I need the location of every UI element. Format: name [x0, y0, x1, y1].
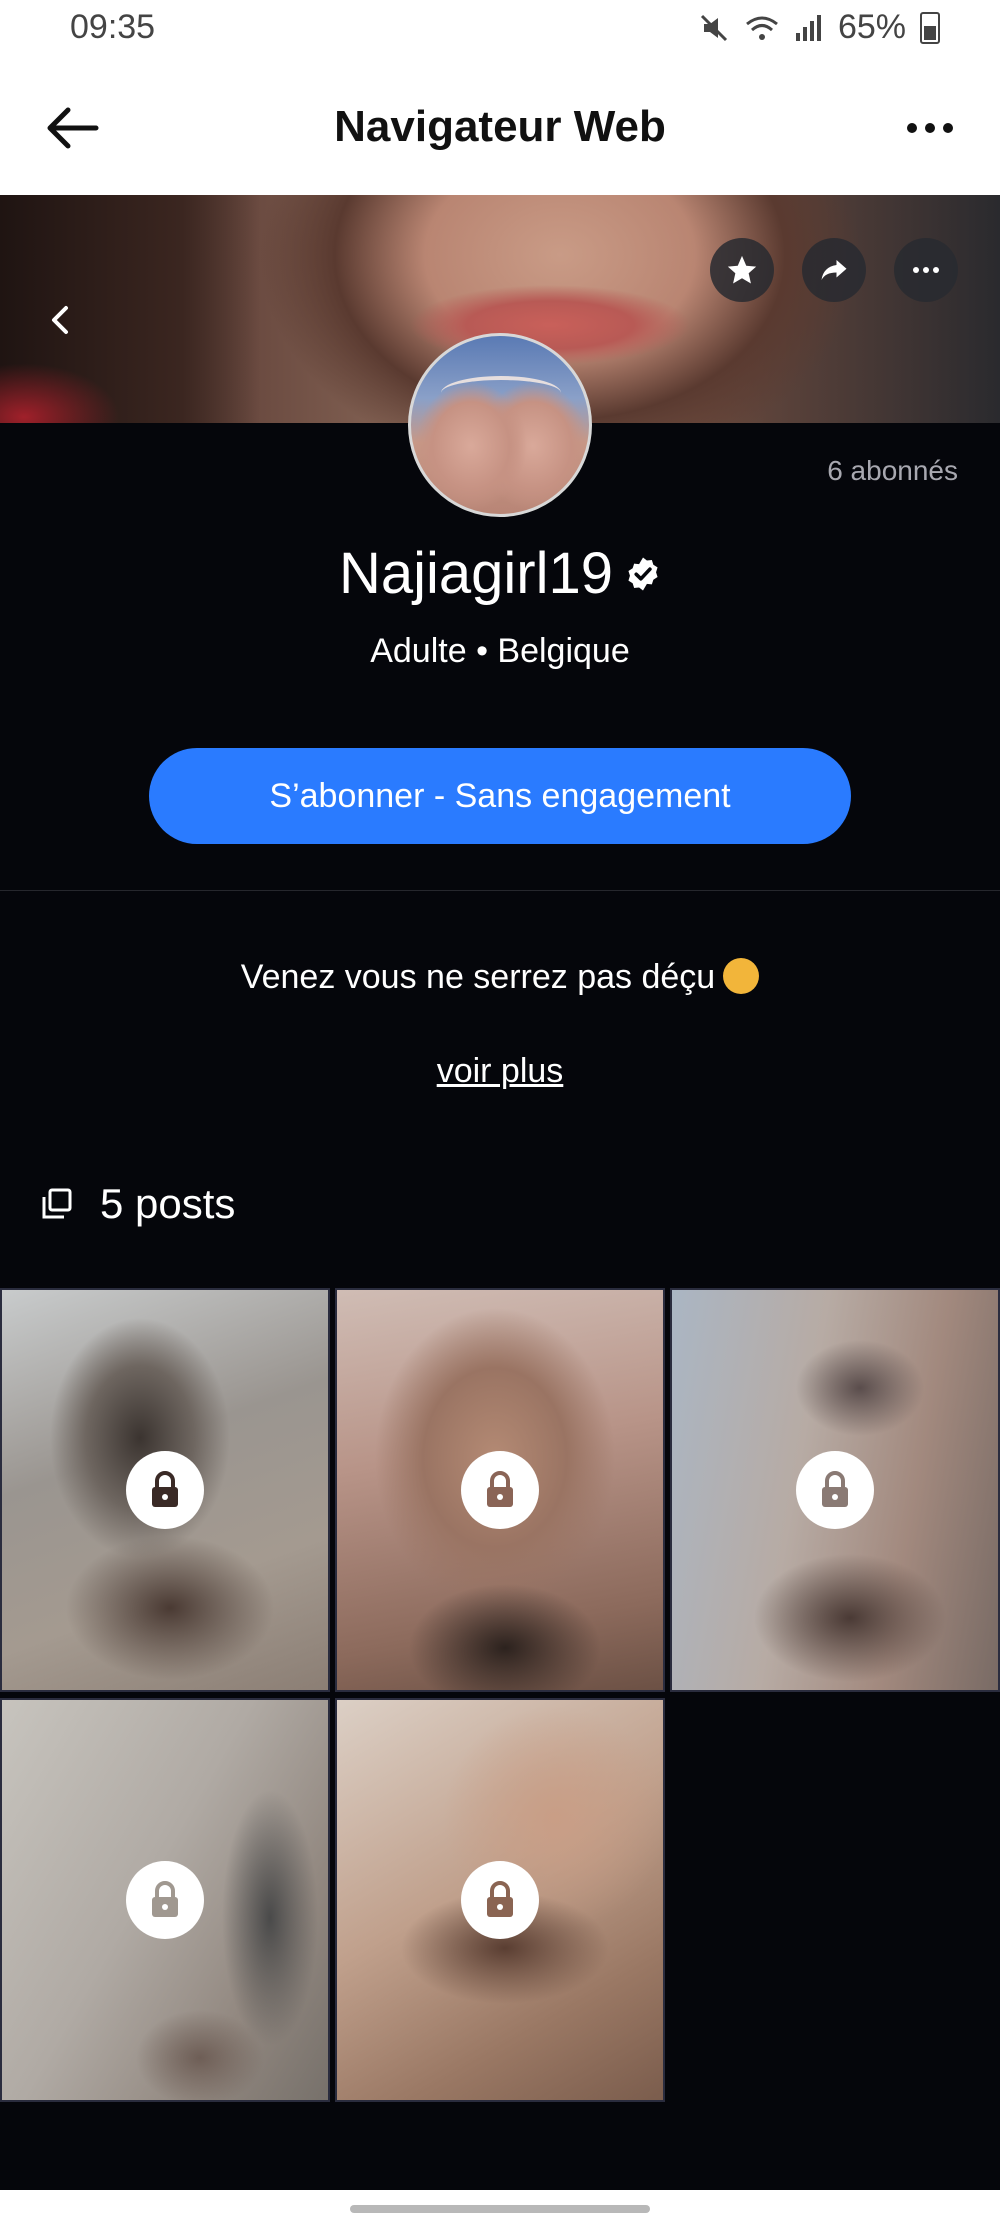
status-bar: 09:35 65%	[0, 0, 1000, 62]
profile-subtitle: Adulte • Belgique	[370, 632, 630, 670]
star-icon	[727, 255, 757, 284]
lock-icon	[152, 1881, 178, 1917]
username-row: Najiagirl19	[0, 540, 1000, 607]
more-menu-button[interactable]	[900, 102, 960, 154]
username: Najiagirl19	[338, 541, 614, 606]
post-tile[interactable]	[335, 1288, 665, 1692]
options-button[interactable]	[894, 238, 958, 302]
followers-count: 6 abonnés	[827, 455, 958, 486]
mute-icon	[700, 14, 727, 41]
share-arrow-icon	[821, 260, 847, 280]
status-icons: 65%	[698, 8, 940, 47]
lock-badge	[461, 1861, 539, 1939]
dot-icon	[943, 123, 953, 133]
post-tile[interactable]	[335, 1698, 665, 2102]
lock-icon	[487, 1471, 513, 1507]
lock-badge	[126, 1861, 204, 1939]
lock-icon	[487, 1881, 513, 1917]
browser-title: Navigateur Web	[334, 102, 666, 151]
posts-header: 5 posts	[40, 1180, 235, 1228]
profile-bio: Venez vous ne serrez pas déçu	[0, 958, 1000, 997]
dot-icon	[925, 123, 935, 133]
battery-percentage: 65%	[837, 8, 906, 46]
home-indicator[interactable]	[350, 2205, 650, 2213]
lock-badge	[461, 1451, 539, 1529]
divider	[0, 890, 1000, 891]
cover-red	[0, 363, 120, 423]
bio-text: Venez vous ne serrez pas déçu	[240, 958, 716, 996]
chevron-left-icon	[52, 306, 68, 334]
verified-badge-icon	[628, 557, 658, 590]
browser-toolbar: Navigateur Web	[0, 62, 1000, 195]
dot-icon	[907, 123, 917, 133]
avatar-detail	[441, 376, 561, 410]
post-tile[interactable]	[0, 1698, 330, 2102]
more-icon	[913, 267, 939, 273]
signal-icon	[795, 14, 821, 41]
battery-icon	[920, 11, 940, 44]
smirk-emoji-icon	[723, 958, 760, 995]
lock-icon	[822, 1471, 848, 1507]
profile-avatar[interactable]	[408, 333, 592, 517]
post-tile[interactable]	[670, 1288, 1000, 1692]
lock-badge	[126, 1451, 204, 1529]
see-more-link[interactable]: voir plus	[0, 1052, 1000, 1091]
post-tile[interactable]	[0, 1288, 330, 1692]
posts-count: 5 posts	[100, 1180, 236, 1227]
wifi-icon	[746, 16, 778, 40]
cover-back-button[interactable]	[40, 295, 80, 345]
favorite-button[interactable]	[710, 238, 774, 302]
subscribe-button[interactable]: S’abonner - Sans engagement	[149, 748, 851, 844]
lock-icon	[152, 1471, 178, 1507]
lock-badge	[796, 1451, 874, 1529]
share-button[interactable]	[802, 238, 866, 302]
status-time: 09:35	[70, 8, 156, 46]
posts-stack-icon	[42, 1188, 72, 1219]
